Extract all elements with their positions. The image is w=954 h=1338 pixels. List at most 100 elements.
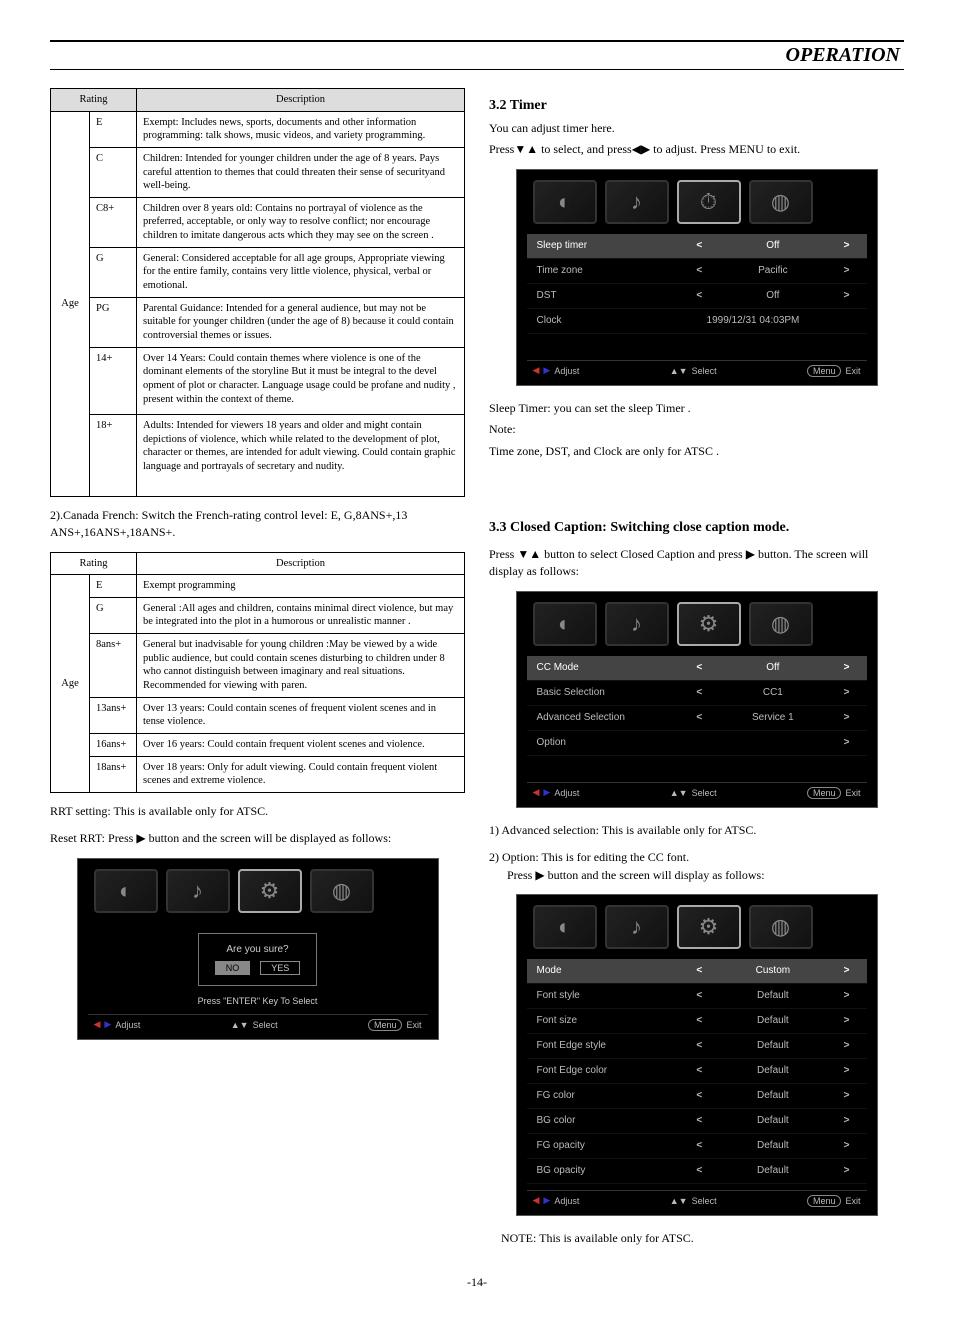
osd-row-value: Default: [709, 1165, 836, 1176]
cc-title: 3.3 Closed Caption: Switching close capt…: [489, 520, 904, 536]
osd-row-label: Advanced Selection: [537, 712, 690, 723]
osd-row[interactable]: FG color<Default>: [527, 1084, 867, 1109]
tab-picture-icon[interactable]: ◐: [533, 905, 597, 949]
osd-row[interactable]: Sleep timer<Off>: [527, 234, 867, 259]
confirm-hint: Press "ENTER" Key To Select: [88, 996, 428, 1006]
osd-row[interactable]: Basic Selection<CC1>: [527, 681, 867, 706]
osd-row-value: Default: [709, 1140, 836, 1151]
chevron-right-icon[interactable]: >: [837, 290, 857, 301]
chevron-right-icon[interactable]: >: [837, 1115, 857, 1126]
chevron-right-icon[interactable]: >: [837, 240, 857, 251]
font-osd: ◐ ♪ ⚙ ◍ Mode<Custom>Font style<Default>F…: [516, 894, 878, 1216]
chevron-left-icon[interactable]: <: [689, 990, 709, 1001]
chevron-right-icon[interactable]: >: [837, 265, 857, 276]
menu-button[interactable]: Menu: [807, 365, 842, 377]
chevron-right-icon[interactable]: >: [837, 1065, 857, 1076]
osd-row[interactable]: FG opacity<Default>: [527, 1134, 867, 1159]
tab-channel-icon[interactable]: ◍: [310, 869, 374, 913]
chevron-right-icon[interactable]: >: [837, 1040, 857, 1051]
osd-row[interactable]: Time zone<Pacific>: [527, 259, 867, 284]
header-title: OPERATION: [786, 44, 900, 66]
tab-picture-icon[interactable]: ◐: [94, 869, 158, 913]
chevron-right-icon[interactable]: >: [837, 712, 857, 723]
chevron-left-icon[interactable]: <: [689, 965, 709, 976]
osd-row-label: FG color: [537, 1090, 690, 1101]
no-button[interactable]: NO: [215, 961, 251, 975]
chevron-left-icon[interactable]: <: [689, 290, 709, 301]
osd-row-value: Default: [709, 990, 836, 1001]
header-bar: OPERATION: [50, 40, 904, 70]
chevron-right-icon[interactable]: >: [837, 662, 857, 673]
osd-row-label: Font Edge color: [537, 1065, 690, 1076]
osd-row-value: Default: [709, 1040, 836, 1051]
osd-row[interactable]: Option >: [527, 731, 867, 756]
tab-channel-icon[interactable]: ◍: [749, 180, 813, 224]
tab-setup-icon[interactable]: ⚙: [677, 905, 741, 949]
osd-row-label: FG opacity: [537, 1140, 690, 1151]
tab-picture-icon[interactable]: ◐: [533, 602, 597, 646]
chevron-left-icon[interactable]: <: [689, 1165, 709, 1176]
tab-audio-icon[interactable]: ♪: [605, 180, 669, 224]
chevron-left-icon[interactable]: <: [689, 687, 709, 698]
tab-setup-icon[interactable]: ⚙: [238, 869, 302, 913]
osd-row[interactable]: DST<Off>: [527, 284, 867, 309]
osd-row[interactable]: CC Mode<Off>: [527, 656, 867, 681]
osd-row-label: BG color: [537, 1115, 690, 1126]
osd-row-value: 1999/12/31 04:03PM: [649, 315, 856, 326]
tab-channel-icon[interactable]: ◍: [749, 905, 813, 949]
tab-picture-icon[interactable]: ◐: [533, 180, 597, 224]
osd-row[interactable]: Mode<Custom>: [527, 959, 867, 984]
timer-intro1: You can adjust timer here.: [489, 120, 904, 137]
osd-row-value: Default: [709, 1015, 836, 1026]
menu-button[interactable]: Menu: [807, 1195, 842, 1207]
tab-setup-icon[interactable]: ⚙: [677, 602, 741, 646]
yes-button[interactable]: YES: [260, 961, 300, 975]
chevron-left-icon[interactable]: <: [689, 1115, 709, 1126]
t2-age: Age: [51, 575, 90, 793]
osd-row[interactable]: Font style<Default>: [527, 984, 867, 1009]
chevron-left-icon[interactable]: <: [689, 712, 709, 723]
osd-row[interactable]: BG opacity<Default>: [527, 1159, 867, 1184]
menu-button[interactable]: Menu: [368, 1019, 403, 1031]
chevron-left-icon[interactable]: <: [689, 1140, 709, 1151]
chevron-left-icon[interactable]: <: [689, 662, 709, 673]
chevron-right-icon[interactable]: >: [837, 965, 857, 976]
chevron-left-icon[interactable]: <: [689, 1015, 709, 1026]
osd-row[interactable]: Font Edge color<Default>: [527, 1059, 867, 1084]
osd-row-value: Off: [709, 662, 836, 673]
adv-text: 1) Advanced selection: This is available…: [489, 822, 904, 839]
chevron-right-icon[interactable]: >: [837, 687, 857, 698]
chevron-left-icon[interactable]: <: [689, 265, 709, 276]
osd-row[interactable]: BG color<Default>: [527, 1109, 867, 1134]
tab-channel-icon[interactable]: ◍: [749, 602, 813, 646]
chevron-right-icon[interactable]: >: [837, 737, 857, 748]
chevron-right-icon[interactable]: >: [837, 1165, 857, 1176]
chevron-left-icon[interactable]: <: [689, 1065, 709, 1076]
chevron-left-icon[interactable]: <: [689, 1090, 709, 1101]
osd-row[interactable]: Advanced Selection<Service 1>: [527, 706, 867, 731]
chevron-right-icon[interactable]: >: [837, 1090, 857, 1101]
osd-row[interactable]: Font size<Default>: [527, 1009, 867, 1034]
confirm-box: Are you sure? NO YES: [198, 933, 318, 986]
chevron-left-icon[interactable]: <: [689, 1040, 709, 1051]
chevron-left-icon[interactable]: <: [689, 240, 709, 251]
osd-footer: ◀▶ Adjust ▲▼ Select Menu Exit: [88, 1014, 428, 1031]
osd-row-label: Font size: [537, 1015, 690, 1026]
sleep-note3: Time zone, DST, and Clock are only for A…: [489, 443, 904, 460]
option-text1: 2) Option: This is for editing the CC fo…: [489, 849, 904, 866]
chevron-right-icon[interactable]: >: [837, 990, 857, 1001]
tab-audio-icon[interactable]: ♪: [605, 905, 669, 949]
menu-button[interactable]: Menu: [807, 787, 842, 799]
tab-audio-icon[interactable]: ♪: [166, 869, 230, 913]
option-text2: Press ▶ button and the screen will displ…: [507, 867, 904, 884]
osd-row[interactable]: Font Edge style<Default>: [527, 1034, 867, 1059]
tab-audio-icon[interactable]: ♪: [605, 602, 669, 646]
chevron-right-icon[interactable]: >: [837, 1140, 857, 1151]
osd-row[interactable]: Clock1999/12/31 04:03PM: [527, 309, 867, 334]
tab-timer-icon[interactable]: ⏱: [677, 180, 741, 224]
osd-row-label: Mode: [537, 965, 690, 976]
chevron-right-icon[interactable]: >: [837, 1015, 857, 1026]
osd-row-value: CC1: [709, 687, 836, 698]
up-down-icon: ▲▼: [670, 366, 688, 376]
osd-row-label: Option: [537, 737, 690, 748]
